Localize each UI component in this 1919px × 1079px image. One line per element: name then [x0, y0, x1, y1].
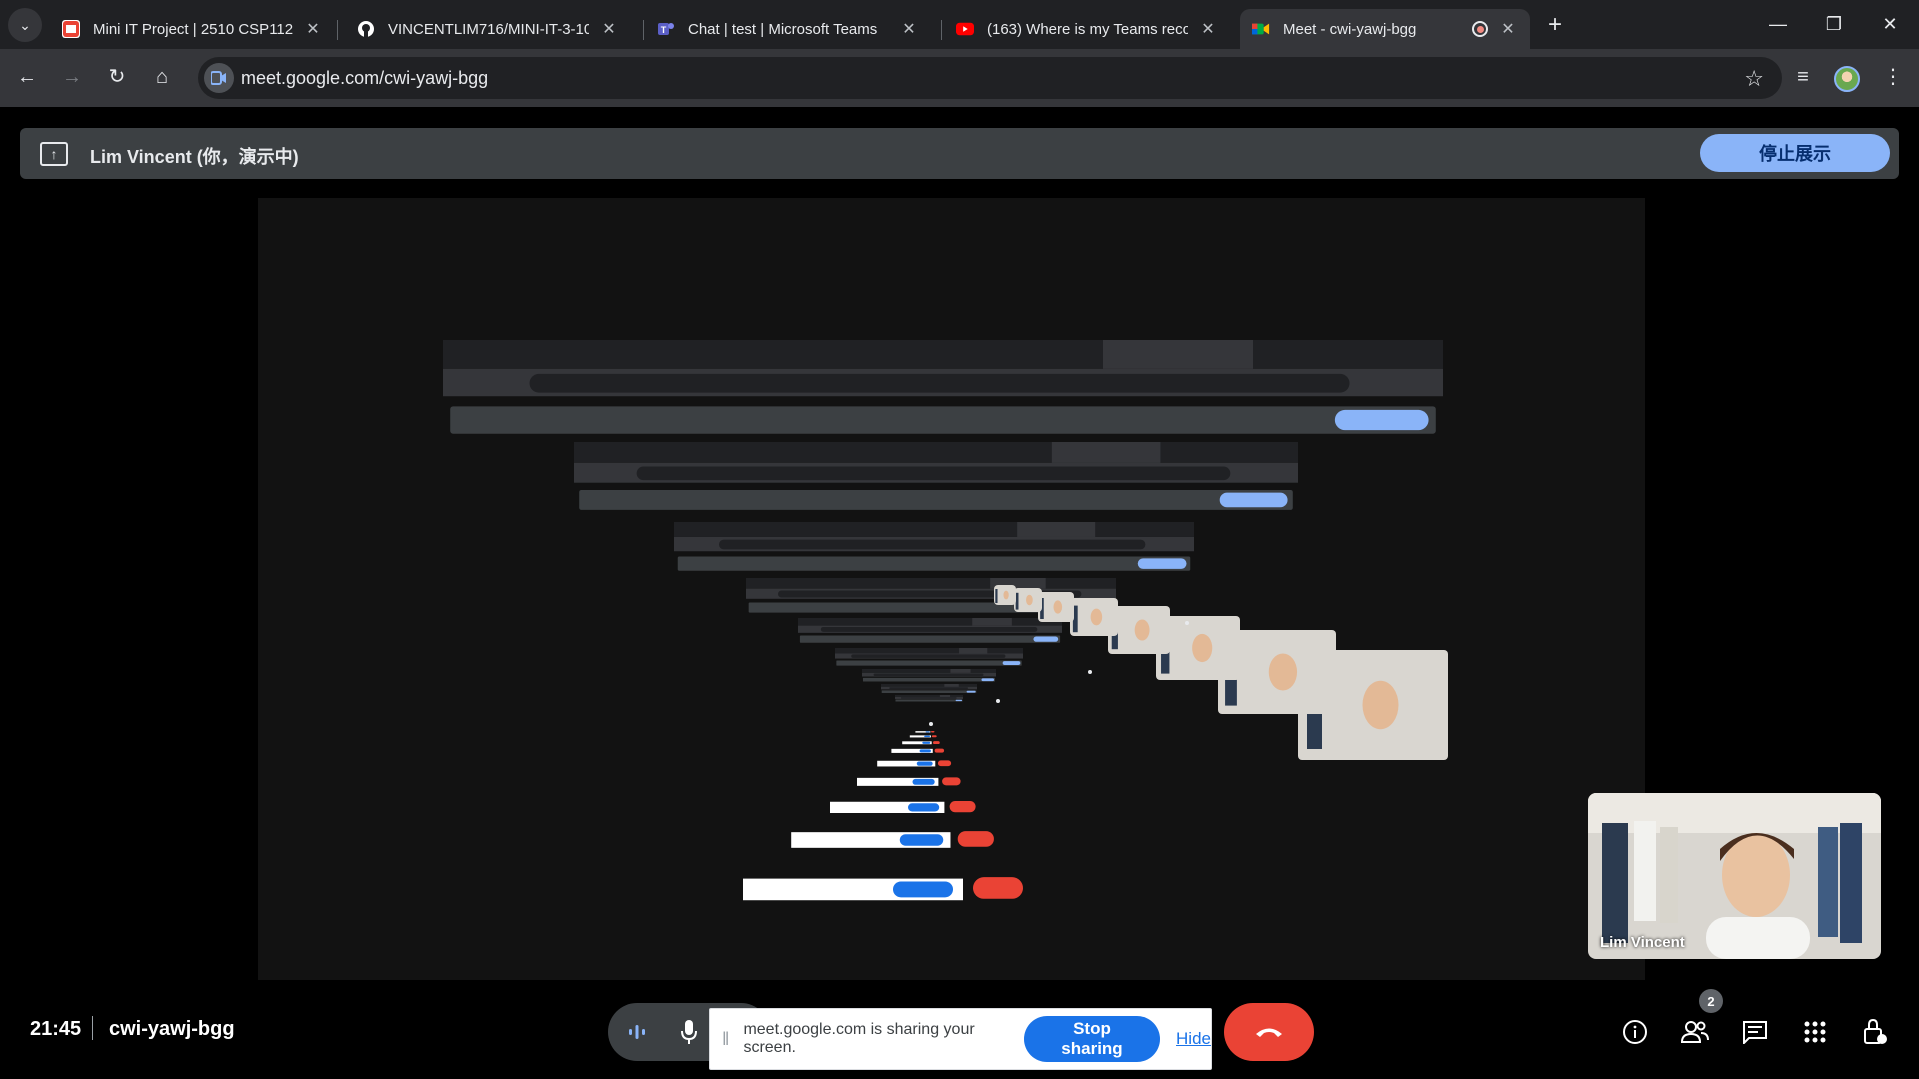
apps-grid-icon — [1804, 1021, 1826, 1043]
minimize-button[interactable]: — — [1755, 10, 1801, 38]
leave-call-button[interactable] — [1224, 1003, 1314, 1061]
back-button[interactable]: ← — [10, 60, 44, 94]
tab-title: VINCENTLIM716/MINI-IT-3-10 — [388, 20, 589, 38]
screen-share-notification: ‖ meet.google.com is sharing your screen… — [709, 1008, 1212, 1070]
tab-github[interactable]: VINCENTLIM716/MINI-IT-3-10 ✕ — [345, 9, 631, 49]
close-icon[interactable]: ✕ — [303, 19, 323, 39]
meeting-code: cwi-yawj-bgg — [109, 1018, 235, 1040]
audio-levels-icon — [629, 1025, 645, 1039]
chevron-down-icon: ⌄ — [19, 16, 31, 33]
hide-link[interactable]: Hide — [1176, 1029, 1211, 1049]
mirror-self-view-7 — [994, 585, 1016, 605]
site-info-icon[interactable] — [204, 63, 234, 93]
arrow-left-icon: ← — [17, 66, 37, 88]
forward-button[interactable]: → — [55, 60, 89, 94]
stop-sharing-button[interactable]: Stop sharing — [1023, 1016, 1161, 1062]
mirror-self-view-5 — [1038, 592, 1074, 622]
tab-title: (163) Where is my Teams recor — [987, 20, 1188, 38]
audio-levels-button[interactable] — [608, 1003, 666, 1061]
home-icon: ⌂ — [155, 66, 169, 88]
mirror-frame-9 — [895, 695, 963, 733]
self-name-label: Lim Vincent — [1600, 934, 1685, 951]
cursor-dot — [1185, 621, 1189, 625]
people-icon — [1680, 1021, 1709, 1043]
mirror-self-view-4 — [1070, 598, 1118, 636]
profile-avatar[interactable] — [1834, 66, 1860, 92]
tab-title: Chat | test | Microsoft Teams — [688, 20, 878, 38]
recursive-screen-mirror — [258, 198, 1645, 980]
tab-teams[interactable]: T Chat | test | Microsoft Teams ✕ — [645, 9, 931, 49]
self-view-tile[interactable]: Lim Vincent — [1588, 793, 1881, 959]
mirror-self-view-6 — [1014, 588, 1042, 612]
drag-handle-icon[interactable]: ‖ — [722, 1029, 729, 1050]
meeting-clock: 21:45 — [30, 1018, 82, 1040]
cursor-dot — [929, 722, 933, 726]
more-menu-icon[interactable]: ⋮ — [1878, 62, 1908, 92]
close-icon[interactable]: ✕ — [899, 19, 919, 39]
present-screen-icon: ↑ — [40, 142, 68, 166]
recording-icon — [1472, 21, 1488, 37]
info-icon — [1623, 1020, 1647, 1044]
bookmark-star-icon[interactable]: ☆ — [1744, 66, 1764, 92]
reload-button[interactable]: ↻ — [100, 60, 134, 94]
tab-title: Mini IT Project | 2510 CSP1123 — [93, 20, 293, 38]
tab-google-meet[interactable]: Meet - cwi-yawj-bgg ✕ — [1240, 9, 1530, 49]
tab-strip: ⌄ Mini IT Project | 2510 CSP1123 ✕ VINCE… — [0, 0, 1919, 49]
divider — [92, 1016, 93, 1040]
chat-icon — [1743, 1021, 1767, 1044]
url-text: meet.google.com/cwi-yawj-bgg — [241, 68, 489, 88]
host-controls-button[interactable] — [1855, 1012, 1895, 1052]
meeting-details-button[interactable] — [1615, 1012, 1655, 1052]
presentation-banner: ↑ Lim Vincent (你，演示中) 停止展示 — [20, 128, 1899, 179]
cursor-dot — [1088, 670, 1092, 674]
people-button[interactable] — [1675, 1012, 1715, 1052]
home-button[interactable]: ⌂ — [145, 60, 179, 94]
share-message: meet.google.com is sharing your screen. — [743, 1021, 975, 1056]
new-tab-button[interactable]: + — [1541, 11, 1569, 39]
participant-count-badge: 2 — [1699, 989, 1723, 1013]
address-bar[interactable]: meet.google.com/cwi-yawj-bgg ☆ — [198, 57, 1782, 99]
google-slides-icon — [62, 20, 80, 38]
hang-up-icon — [1256, 1028, 1282, 1037]
youtube-icon — [956, 20, 974, 38]
reload-icon: ↻ — [108, 66, 126, 88]
tab-youtube[interactable]: (163) Where is my Teams recor ✕ — [944, 9, 1230, 49]
restore-button[interactable]: ❐ — [1811, 10, 1857, 38]
tab-separator — [941, 20, 942, 40]
lock-person-icon — [1864, 1018, 1887, 1044]
microphone-icon — [681, 1020, 697, 1044]
tab-separator — [643, 20, 644, 40]
google-meet-icon — [1252, 20, 1270, 38]
tab-mini-it-project[interactable]: Mini IT Project | 2510 CSP1123 ✕ — [50, 9, 335, 49]
presenter-title: Lim Vincent (你，演示中) — [90, 147, 299, 167]
svg-text:T: T — [661, 25, 667, 35]
teams-icon: T — [657, 20, 675, 38]
close-icon[interactable]: ✕ — [599, 19, 619, 39]
stop-presenting-button[interactable]: 停止展示 — [1700, 134, 1890, 172]
tab-search-button[interactable]: ⌄ — [8, 8, 42, 42]
arrow-right-icon: → — [62, 66, 82, 88]
cursor-dot — [996, 699, 1000, 703]
window-close-button[interactable]: ✕ — [1867, 10, 1913, 38]
activities-button[interactable] — [1795, 1012, 1835, 1052]
chat-button[interactable] — [1735, 1012, 1775, 1052]
close-icon[interactable]: ✕ — [1198, 19, 1218, 39]
browser-toolbar: ← → ↻ ⌂ meet.google.com/cwi-yawj-bgg ☆ ≡… — [0, 49, 1919, 107]
media-controls-icon[interactable]: ≡ — [1788, 62, 1818, 92]
shared-screen-view — [258, 198, 1645, 980]
tab-title: Meet - cwi-yawj-bgg — [1283, 20, 1417, 38]
tab-separator — [337, 20, 338, 40]
close-icon[interactable]: ✕ — [1498, 19, 1518, 39]
github-icon — [357, 20, 375, 38]
